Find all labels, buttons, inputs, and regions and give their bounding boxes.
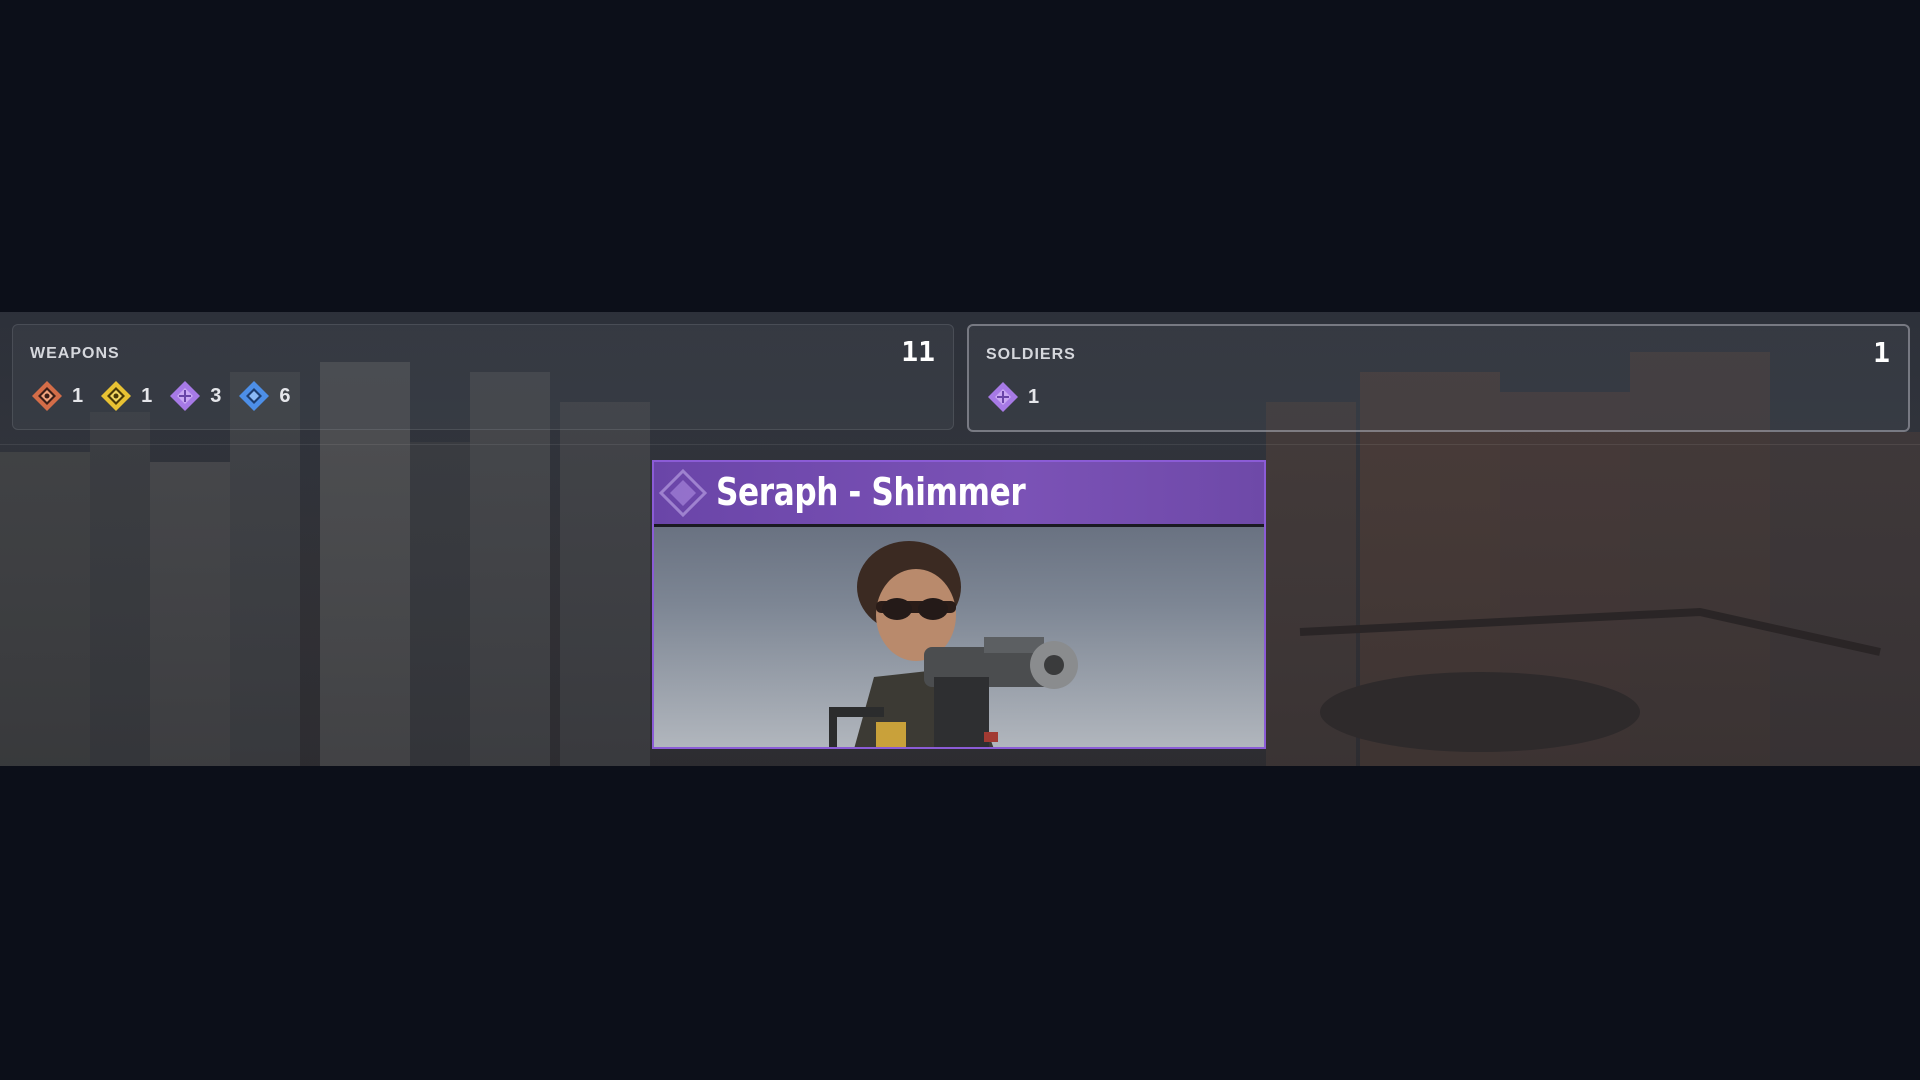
soldiers-rarity-breakdown: 1 (986, 380, 1055, 414)
weapons-rarity-breakdown: 1 1 3 6 (30, 379, 307, 413)
exotic-rarity-icon (32, 381, 62, 411)
weapons-rare-count: 6 (279, 384, 291, 407)
soldiers-total: 1 (1873, 336, 1890, 369)
soldier-portrait-image (829, 541, 1078, 747)
legendary-rarity-icon (101, 381, 132, 411)
weapons-rarity-rare: 6 (237, 379, 291, 413)
weapons-rarity-legendary: 1 (99, 379, 152, 413)
soldiers-label: SOLDIERS (986, 346, 1076, 363)
weapons-epic-count: 3 (210, 384, 222, 407)
weapons-legendary-count: 1 (141, 384, 153, 407)
reward-card-title: Seraph - Shimmer (716, 470, 1026, 514)
soldiers-epic-count: 1 (1028, 385, 1040, 408)
epic-rarity-icon (170, 381, 201, 411)
reward-card-header: Seraph - Shimmer (654, 462, 1264, 527)
rare-rarity-icon (239, 381, 270, 411)
weapons-total: 11 (901, 335, 935, 368)
weapons-rarity-epic: 3 (168, 379, 221, 413)
epic-rarity-emblem-icon (658, 468, 708, 518)
weapons-exotic-count: 1 (72, 384, 84, 407)
soldiers-panel[interactable]: SOLDIERS 1 1 (967, 324, 1910, 432)
epic-rarity-icon (988, 382, 1018, 412)
reward-card[interactable]: Seraph - Shimmer (652, 460, 1266, 749)
collection-summary: WEAPONS 11 1 1 3 6 SOLDIERS 1 1 (0, 312, 1920, 445)
weapons-label: WEAPONS (30, 345, 120, 362)
weapons-panel[interactable]: WEAPONS 11 1 1 3 6 (12, 324, 954, 430)
soldiers-rarity-epic: 1 (986, 380, 1039, 414)
weapons-rarity-exotic: 1 (30, 379, 83, 413)
